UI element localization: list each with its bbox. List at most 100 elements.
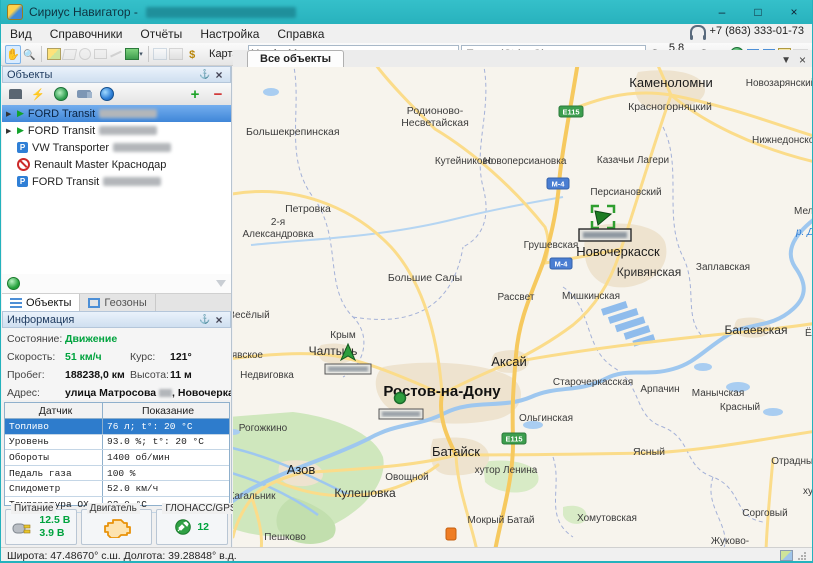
report-grid-icon[interactable]	[169, 45, 183, 64]
objects-tree: ▶ ▶ FORD Transit ▶ ▶ FORD Transit P VW T…	[2, 105, 231, 275]
add-object-icon[interactable]: +	[185, 85, 205, 104]
minimize-button[interactable]: –	[704, 0, 740, 24]
svg-text:Недвиговка: Недвиговка	[240, 370, 294, 381]
track-icon[interactable]	[28, 85, 48, 104]
pin-icon[interactable]	[198, 69, 212, 80]
engine-gauge: Двигатель	[81, 509, 153, 545]
menu-spravochniki[interactable]: Справочники	[41, 25, 132, 43]
tab-list-dropdown-icon[interactable]: ▼	[781, 55, 791, 66]
moving-status-icon: ▶	[17, 125, 24, 136]
svg-text:Ольгинская: Ольгинская	[519, 413, 573, 424]
parked-status-icon: P	[17, 142, 28, 153]
svg-text:Красный: Красный	[720, 402, 760, 413]
expander-icon[interactable]: ▶	[6, 110, 13, 118]
svg-text:Ёлкин: Ёлкин	[805, 327, 813, 339]
svg-text:Александровка: Александровка	[242, 229, 314, 240]
road-event-icon	[446, 528, 456, 540]
rectangle-tool-icon[interactable]	[94, 45, 108, 64]
info-panel-header: Информация	[2, 311, 231, 328]
map-tab-strip: Все объекты ▼ ×	[233, 50, 813, 68]
plug-icon	[11, 518, 33, 536]
object-row[interactable]: Renault Master Краснодар	[2, 156, 231, 173]
panel-close-icon[interactable]	[212, 68, 226, 82]
state-label: Состояние:	[7, 333, 65, 345]
voltage-backup: 3.9 В	[39, 527, 70, 540]
line-tool-icon[interactable]	[110, 45, 124, 64]
sensor-row[interactable]: Обороты1400 об/мин	[5, 450, 229, 466]
object-row[interactable]: P FORD Transit	[2, 173, 231, 190]
svg-text:Сорговый: Сорговый	[742, 508, 787, 519]
road-badge-e115: E115	[559, 106, 583, 117]
geozone-icon	[88, 298, 100, 308]
report-table-icon[interactable]	[153, 45, 167, 64]
svg-text:Каменоломни: Каменоломни	[629, 75, 712, 90]
svg-text:E115: E115	[505, 435, 522, 444]
svg-text:Весёлый: Весёлый	[233, 310, 270, 321]
tab-objects[interactable]: Объекты	[2, 294, 80, 311]
edit-map-icon[interactable]	[47, 45, 61, 64]
svg-text:Жуково-: Жуково-	[711, 536, 749, 547]
object-row[interactable]: ▶ ▶ FORD Transit	[2, 122, 231, 139]
state-value: Движение	[65, 333, 117, 345]
pan-hand-icon[interactable]	[5, 45, 21, 64]
polygon-tool-icon[interactable]	[63, 45, 77, 64]
svg-text:Петровка: Петровка	[285, 203, 331, 215]
svg-text:Отрадный: Отрадный	[771, 456, 813, 467]
svg-text:Батайск: Батайск	[432, 444, 480, 459]
finance-icon[interactable]	[185, 45, 199, 64]
menu-spravka[interactable]: Справка	[268, 25, 333, 43]
svg-text:Крым: Крым	[330, 330, 356, 341]
engine-icon	[102, 516, 132, 538]
svg-text:Рогожкино: Рогожкино	[239, 423, 288, 434]
connection-row	[2, 274, 231, 294]
map-canvas[interactable]: E115 М-4 М-4 E115 Каменоломни Новозарянс…	[233, 67, 813, 547]
svg-text:Арпачин: Арпачин	[640, 384, 679, 395]
sensor-row[interactable]: Спидометр52.0 км/ч	[5, 481, 229, 497]
svg-text:Багаевская: Багаевская	[725, 323, 788, 337]
zoom-window-icon[interactable]	[23, 45, 37, 64]
power-gauge: Питание 12.5 В 3.9 В	[5, 509, 77, 545]
pin-icon[interactable]	[198, 314, 212, 325]
address-label: Адрес:	[7, 387, 65, 399]
tab-close-icon[interactable]: ×	[799, 53, 806, 67]
maximize-button[interactable]: □	[740, 0, 776, 24]
circle-tool-icon[interactable]	[79, 45, 93, 64]
svg-text:Аксай: Аксай	[491, 354, 527, 369]
title-bar[interactable]: Сириус Навигатор - – □ ×	[1, 0, 812, 24]
group-icon[interactable]	[5, 85, 25, 104]
menu-nastroyka[interactable]: Настройка	[191, 25, 268, 43]
minimap-icon[interactable]	[780, 550, 793, 561]
satellite-icon	[175, 519, 191, 535]
sensors-table: Датчик Показание Топливо76 л; t°: 20 °C …	[4, 402, 230, 506]
vehicle-marker-selected[interactable]	[579, 206, 631, 241]
panel-close-icon[interactable]	[212, 313, 226, 327]
svg-text:Новоперсиановка: Новоперсиановка	[484, 156, 567, 167]
expander-icon[interactable]: ▶	[6, 127, 13, 135]
svg-text:Красногорняцкий: Красногорняцкий	[628, 101, 712, 113]
svg-text:Персиановский: Персиановский	[590, 187, 661, 198]
sensor-row[interactable]: Уровень93.0 %; t°: 20 °C	[5, 435, 229, 451]
sensor-row[interactable]: Топливо76 л; t°: 20 °C	[5, 419, 229, 435]
filter-icon[interactable]	[216, 280, 226, 287]
sensor-row[interactable]: Педаль газа100 %	[5, 466, 229, 482]
remove-object-icon[interactable]: −	[208, 85, 228, 104]
support-phone: +7 (863) 333-01-73	[690, 25, 804, 37]
show-on-map-icon[interactable]	[51, 85, 71, 104]
layers-dropdown-icon[interactable]: ▾	[125, 45, 143, 64]
object-row[interactable]: P VW Transporter	[2, 139, 231, 156]
menu-vid[interactable]: Вид	[1, 25, 41, 43]
close-button[interactable]: ×	[776, 0, 812, 24]
svg-text:Пешково: Пешково	[264, 532, 306, 543]
no-data-status-icon	[17, 158, 30, 171]
altitude-label: Высота:	[130, 369, 170, 381]
vehicle-icon[interactable]	[74, 85, 94, 104]
altitude-value: 11 м	[170, 369, 192, 381]
geozone-globe-icon[interactable]	[97, 85, 117, 104]
sensors-header: Датчик Показание	[5, 403, 229, 419]
road-badge-e115: E115	[502, 433, 526, 444]
map-tab-all-objects[interactable]: Все объекты	[247, 50, 344, 67]
menu-otchety[interactable]: Отчёты	[131, 25, 191, 43]
tab-geozones[interactable]: Геозоны	[80, 294, 155, 311]
resize-grip[interactable]	[797, 551, 806, 560]
object-row[interactable]: ▶ ▶ FORD Transit	[2, 105, 231, 122]
